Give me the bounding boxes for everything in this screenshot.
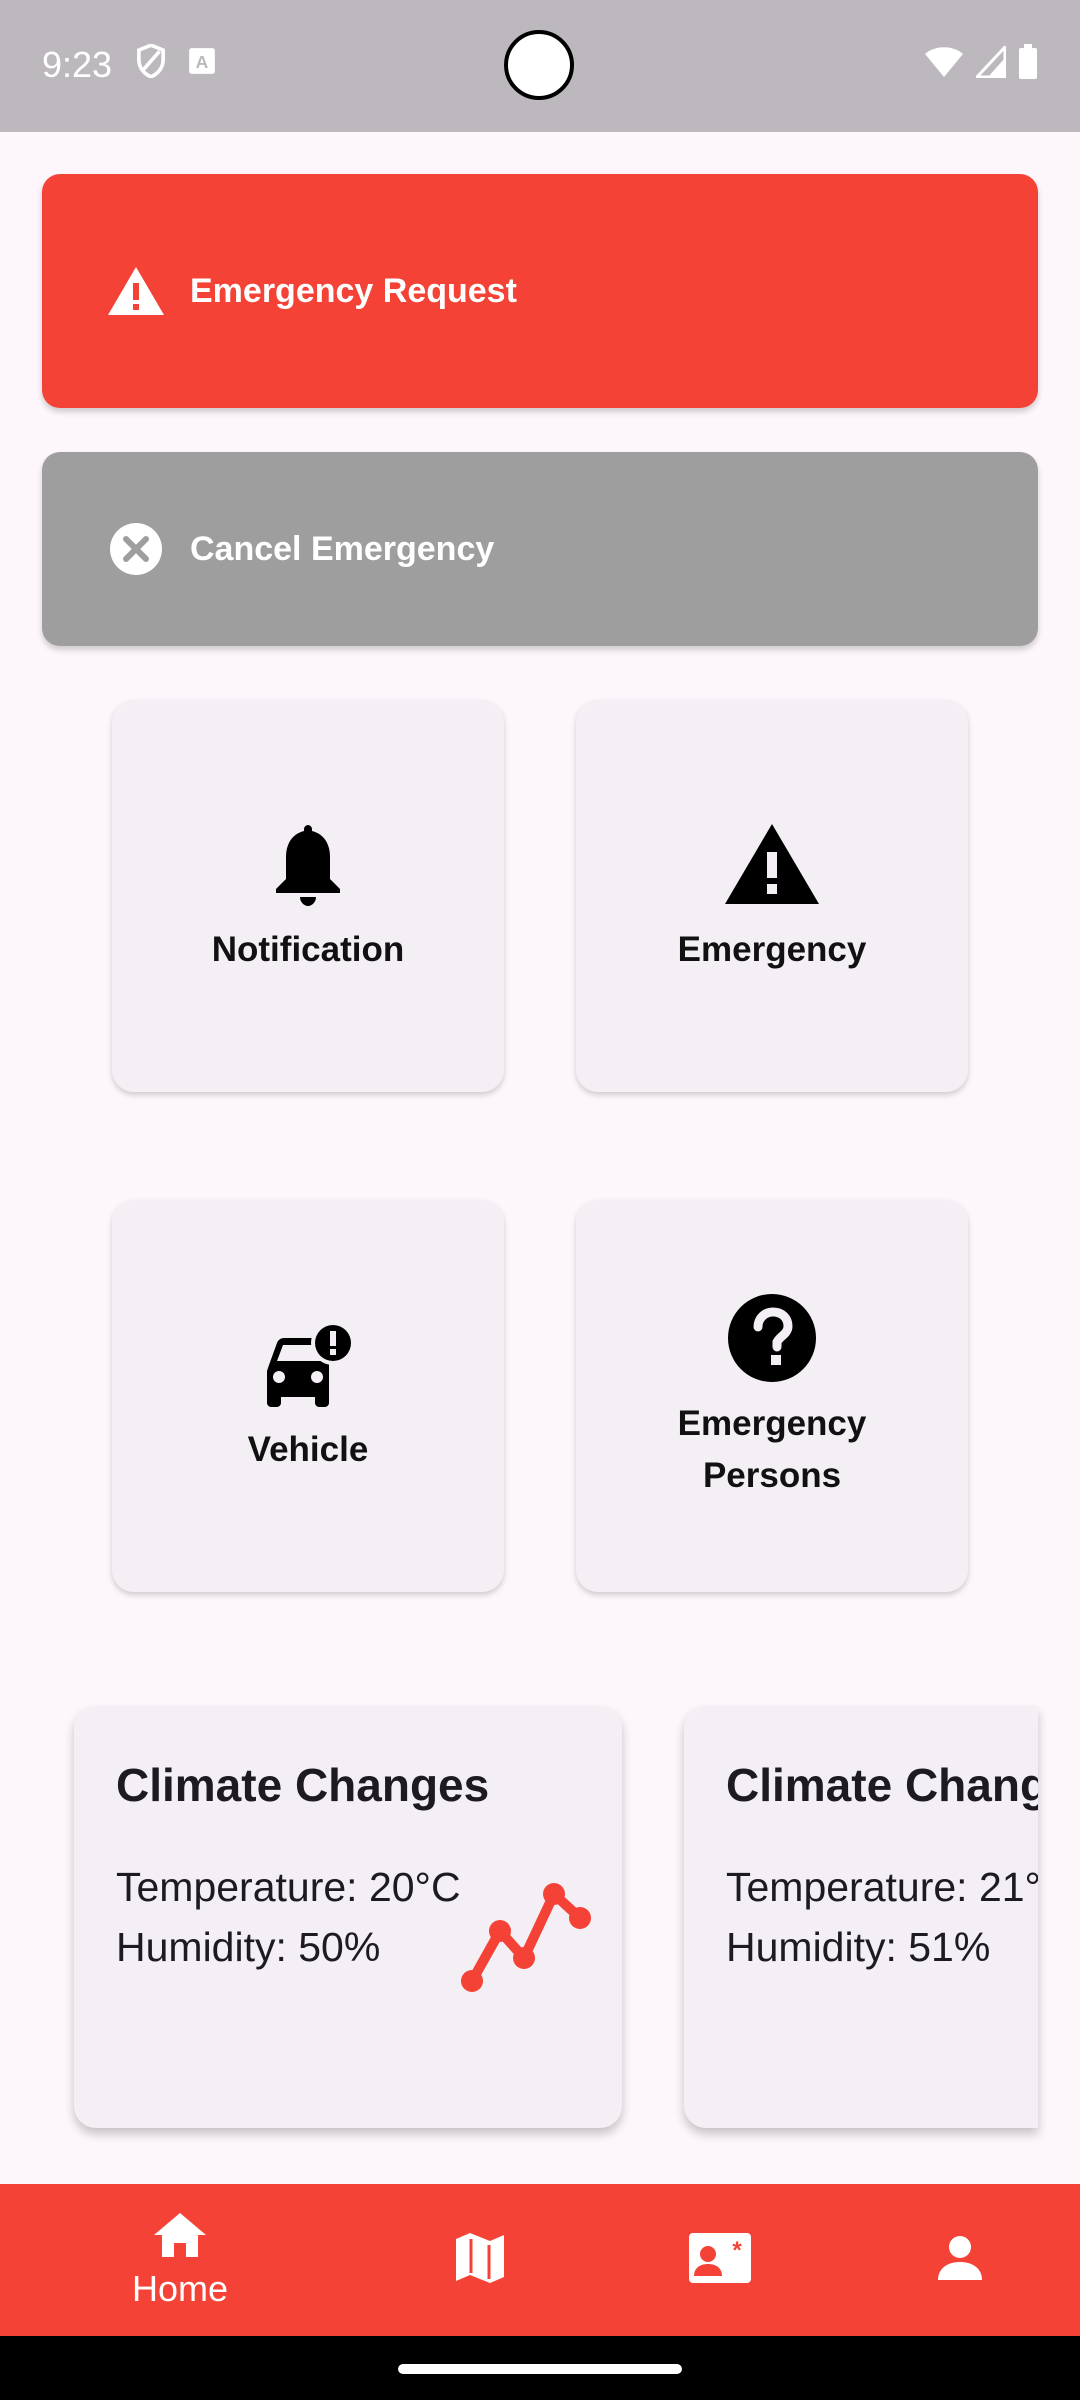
status-bar: 9:23 A: [0, 0, 1080, 132]
keyboard-a-icon: A: [188, 47, 216, 80]
camera-cutout: [504, 30, 574, 100]
bell-icon: [272, 816, 344, 912]
climate-card-title: Climate Changes: [726, 1759, 1038, 1811]
nav-map[interactable]: [380, 2184, 580, 2336]
shield-icon: [136, 43, 166, 83]
map-icon: [454, 2231, 506, 2290]
tile-label: Notification: [211, 930, 405, 969]
wifi-icon: [924, 46, 964, 83]
svg-text:A: A: [196, 52, 209, 72]
tile-label: Vehicle: [247, 1430, 369, 1469]
nav-profile[interactable]: [860, 2184, 1060, 2336]
bottom-nav: Home *: [0, 2184, 1080, 2336]
climate-card[interactable]: Climate Changes Temperature: 21°C Humidi…: [684, 1706, 1038, 2128]
status-time: 9:23: [42, 44, 113, 85]
tile-label: Emergency: [677, 930, 867, 969]
tile-emergency-persons[interactable]: Emergency Persons: [576, 1200, 968, 1592]
tile-emergency[interactable]: Emergency: [576, 700, 968, 1092]
contact-card-icon: *: [688, 2232, 752, 2289]
help-circle-icon: [727, 1290, 817, 1386]
tile-vehicle[interactable]: Vehicle: [112, 1200, 504, 1592]
emergency-request-button[interactable]: Emergency Request: [42, 174, 1038, 408]
chart-line-icon: [458, 1856, 598, 2001]
climate-card-title: Climate Changes: [116, 1759, 490, 1811]
person-icon: [936, 2234, 984, 2287]
gesture-handle[interactable]: [398, 2364, 682, 2374]
climate-humidity: Humidity: 51%: [726, 1924, 991, 1970]
climate-temperature: Temperature: 20°C: [116, 1864, 461, 1910]
nav-home-label: Home: [131, 2267, 229, 2309]
warning-icon: [106, 261, 166, 321]
signal-icon: [973, 43, 1007, 83]
emergency-request-label: Emergency Request: [190, 271, 517, 310]
home-icon: [152, 2211, 208, 2264]
cancel-emergency-label: Cancel Emergency: [190, 529, 495, 568]
cancel-emergency-button[interactable]: Cancel Emergency: [42, 452, 1038, 646]
climate-temperature: Temperature: 21°C: [726, 1864, 1038, 1910]
climate-humidity: Humidity: 50%: [116, 1924, 381, 1970]
battery-icon: [1018, 44, 1038, 85]
tile-label: Emergency Persons: [677, 1404, 867, 1495]
warning-icon: [723, 816, 821, 912]
car-alert-icon: [261, 1316, 355, 1412]
climate-card[interactable]: Climate Changes Temperature: 20°C Humidi…: [74, 1706, 622, 2128]
close-circle-icon: [106, 519, 166, 579]
nav-contacts[interactable]: *: [620, 2184, 820, 2336]
svg-text:*: *: [732, 2237, 742, 2264]
nav-home[interactable]: Home: [80, 2184, 280, 2336]
tile-notification[interactable]: Notification: [112, 700, 504, 1092]
